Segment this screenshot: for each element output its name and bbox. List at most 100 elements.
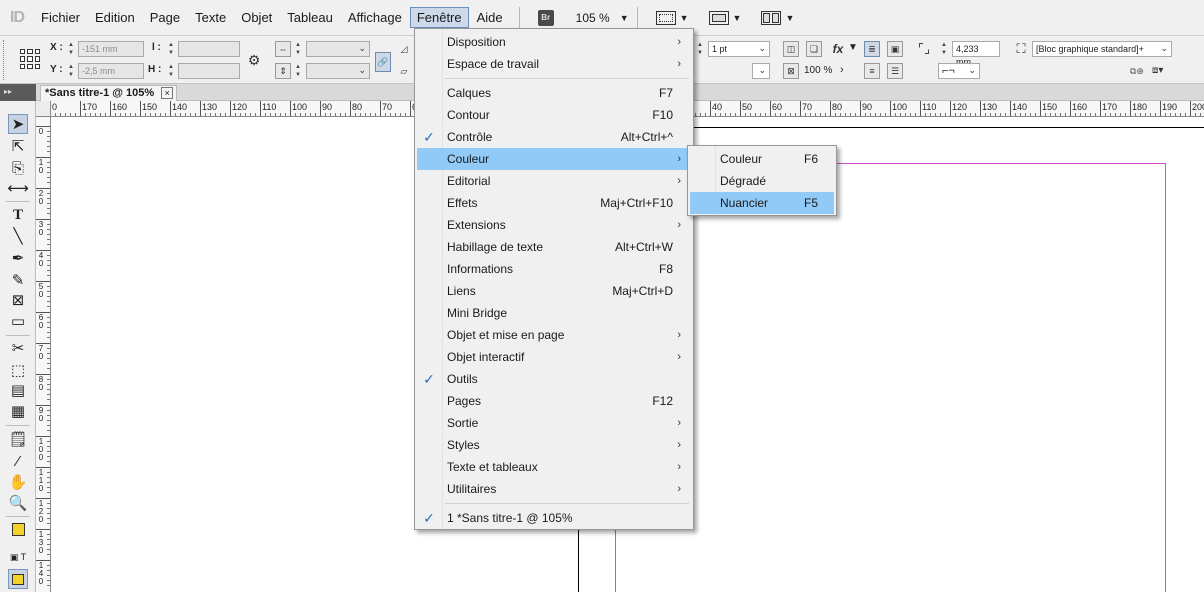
document-tab[interactable]: *Sans titre-1 @ 105% × — [40, 85, 178, 101]
close-icon[interactable]: × — [161, 87, 174, 99]
clear-overrides-icon[interactable]: ⧉⊕ — [1130, 66, 1144, 77]
menu-objet[interactable]: Objet — [234, 7, 279, 28]
fx-dropdown-icon[interactable]: ▼ — [848, 42, 858, 53]
menu-item-informations[interactable]: Informations F8 — [417, 258, 691, 280]
opacity-value[interactable]: 100 % — [804, 65, 832, 76]
hand-tool-icon[interactable]: ✋ — [8, 472, 28, 492]
formatting-container-icon[interactable]: ▣ T — [8, 547, 28, 567]
corner-size-field[interactable]: 4,233 mm — [952, 41, 1000, 67]
scale-y-stepper[interactable]: ▲ ▼ — [294, 63, 302, 79]
rectangle-tool-icon[interactable]: ▭ — [8, 311, 28, 331]
text-wrap-jump-icon[interactable]: ☰ — [887, 63, 903, 79]
view-options-button[interactable]: ▼ — [655, 10, 689, 25]
y-stepper[interactable]: ▲ ▼ — [67, 63, 75, 79]
width-field[interactable] — [178, 41, 240, 57]
constrain-proportions-icon[interactable]: 🔗 — [375, 52, 391, 72]
x-position-field[interactable]: -151 mm — [78, 41, 144, 57]
eyedropper-tool-icon[interactable]: ⁄ — [8, 451, 28, 471]
menu-item-nuancier[interactable]: Nuancier F5 — [690, 192, 834, 214]
vertical-ruler[interactable]: 0 1 0 2 0 3 0 4 0 5 0 6 0 7 0 8 0 9 0 1 0 0 1 1 0 1 … — [36, 117, 51, 592]
menu-item-espace-de-travail[interactable]: Espace de travail › — [417, 53, 691, 75]
menu-item-couleur[interactable]: Couleur › — [417, 148, 691, 170]
bridge-icon[interactable]: Br — [537, 9, 554, 26]
menu-item-degrade[interactable]: Dégradé — [690, 170, 834, 192]
pencil-tool-icon[interactable]: ✎ — [8, 270, 28, 290]
text-wrap-none-icon[interactable]: ≣ — [864, 41, 880, 57]
stroke-type-dropdown[interactable]: ⌄ — [752, 63, 770, 79]
gear-icon[interactable]: ⚙ — [246, 52, 262, 68]
scale-x-stepper[interactable]: ▲ ▼ — [294, 41, 302, 57]
panel-menu-icon[interactable]: ⧈▾ — [1152, 65, 1163, 76]
ruler-origin[interactable] — [36, 101, 51, 117]
tools-panel-header[interactable]: ▸▸ — [0, 84, 36, 101]
menu-item-disposition[interactable]: Disposition › — [417, 31, 691, 53]
panel-grip[interactable] — [3, 40, 6, 80]
menu-item-effets[interactable]: Effets Maj+Ctrl+F10 — [417, 192, 691, 214]
menu-item-mini-bridge[interactable]: Mini Bridge — [417, 302, 691, 324]
menu-fichier[interactable]: Fichier — [34, 7, 87, 28]
menu-item-pages[interactable]: Pages F12 — [417, 390, 691, 412]
menu-item-couleur[interactable]: Couleur F6 — [690, 148, 834, 170]
menu-fenetre[interactable]: Fenêtre — [409, 7, 469, 28]
menu-item-texte-et-tableaux[interactable]: Texte et tableaux › — [417, 456, 691, 478]
opacity-arrow-icon[interactable]: › — [840, 64, 844, 76]
menu-item-extensions[interactable]: Extensions › — [417, 214, 691, 236]
y-position-field[interactable]: -2,5 mm — [78, 63, 144, 79]
corner-size-stepper[interactable]: ▲ ▼ — [940, 41, 948, 57]
scale-y-dropdown[interactable]: ⌄ — [306, 63, 370, 79]
menu-item-editorial[interactable]: Editorial › — [417, 170, 691, 192]
stroke-weight-dropdown[interactable]: 1 pt ⌄ — [708, 41, 770, 57]
menu-affichage[interactable]: Affichage — [341, 7, 409, 28]
page-tool-icon[interactable]: ⎘ — [8, 158, 28, 178]
menu-item-outils[interactable]: ✓ Outils — [417, 368, 691, 390]
gradient-swatch-tool-icon[interactable]: ▤ — [8, 380, 28, 400]
pen-tool-icon[interactable]: ✒ — [8, 248, 28, 268]
menu-item-liens[interactable]: Liens Maj+Ctrl+D — [417, 280, 691, 302]
rotate-icon[interactable]: ◿ — [396, 41, 412, 57]
menu-item-1-sans-titre-1-105[interactable]: ✓ 1 *Sans titre-1 @ 105% — [417, 507, 691, 529]
zoom-tool-icon[interactable]: 🔍 — [8, 493, 28, 513]
height-field[interactable] — [178, 63, 240, 79]
note-tool-icon[interactable]: 🗒 — [8, 429, 28, 449]
screen-mode-button[interactable]: ▼ — [708, 10, 741, 25]
menu-aide[interactable]: Aide — [470, 7, 510, 28]
fill-stroke-icon[interactable] — [8, 519, 28, 539]
line-tool-icon[interactable]: ╲ — [8, 226, 28, 246]
zoom-level[interactable]: 105 % — [576, 11, 610, 25]
zoom-dropdown-icon[interactable]: ▼ — [620, 13, 629, 23]
normal-view-mode-icon[interactable] — [8, 569, 28, 589]
corner-shape-dropdown[interactable]: ⌐¬ ⌄ — [938, 63, 980, 79]
selection-tool-icon[interactable]: ➤ — [8, 114, 28, 134]
corner-options-icon[interactable]: ⌜⌟ — [916, 41, 932, 57]
text-wrap-bbox-icon[interactable]: ▣ — [887, 41, 903, 57]
direct-selection-tool-icon[interactable]: ⇱ — [8, 136, 28, 156]
object-style-dropdown[interactable]: [Bloc graphique standard]+ ⌄ — [1032, 41, 1172, 57]
x-stepper[interactable]: ▲ ▼ — [67, 41, 75, 57]
gradient-feather-tool-icon[interactable]: ▦ — [8, 401, 28, 421]
menu-item-calques[interactable]: Calques F7 — [417, 82, 691, 104]
menu-tableau[interactable]: Tableau — [280, 7, 340, 28]
menu-item-sortie[interactable]: Sortie › — [417, 412, 691, 434]
menu-edition[interactable]: Edition — [88, 7, 142, 28]
scissors-tool-icon[interactable]: ✂ — [8, 338, 28, 358]
free-transform-tool-icon[interactable]: ⬚ — [8, 360, 28, 380]
rectangle-frame-tool-icon[interactable]: ⊠ — [8, 290, 28, 310]
width-stepper[interactable]: ▲ ▼ — [167, 41, 175, 57]
arrange-documents-button[interactable]: ▼ — [761, 10, 794, 25]
type-tool-icon[interactable]: T — [8, 205, 28, 225]
menu-item-objet-et-mise-en-page[interactable]: Objet et mise en page › — [417, 324, 691, 346]
menu-page[interactable]: Page — [143, 7, 187, 28]
menu-item-styles[interactable]: Styles › — [417, 434, 691, 456]
stroke-weight-stepper[interactable]: ▲ ▼ — [696, 41, 704, 57]
drop-shadow-icon[interactable]: ❏ — [806, 41, 822, 57]
menu-item-objet-interactif[interactable]: Objet interactif › — [417, 346, 691, 368]
text-wrap-shape-icon[interactable]: ≡ — [864, 63, 880, 79]
shear-icon[interactable]: ▱ — [396, 63, 412, 79]
gap-tool-icon[interactable]: ⟷ — [7, 178, 29, 198]
menu-item-contour[interactable]: Contour F10 — [417, 104, 691, 126]
menu-item-controle[interactable]: ✓ Contrôle Alt+Ctrl+^ — [417, 126, 691, 148]
scale-x-dropdown[interactable]: ⌄ — [306, 41, 370, 57]
reference-point-icon[interactable] — [20, 49, 40, 69]
fx-effects-icon[interactable]: fx — [830, 41, 846, 57]
menu-texte[interactable]: Texte — [188, 7, 233, 28]
